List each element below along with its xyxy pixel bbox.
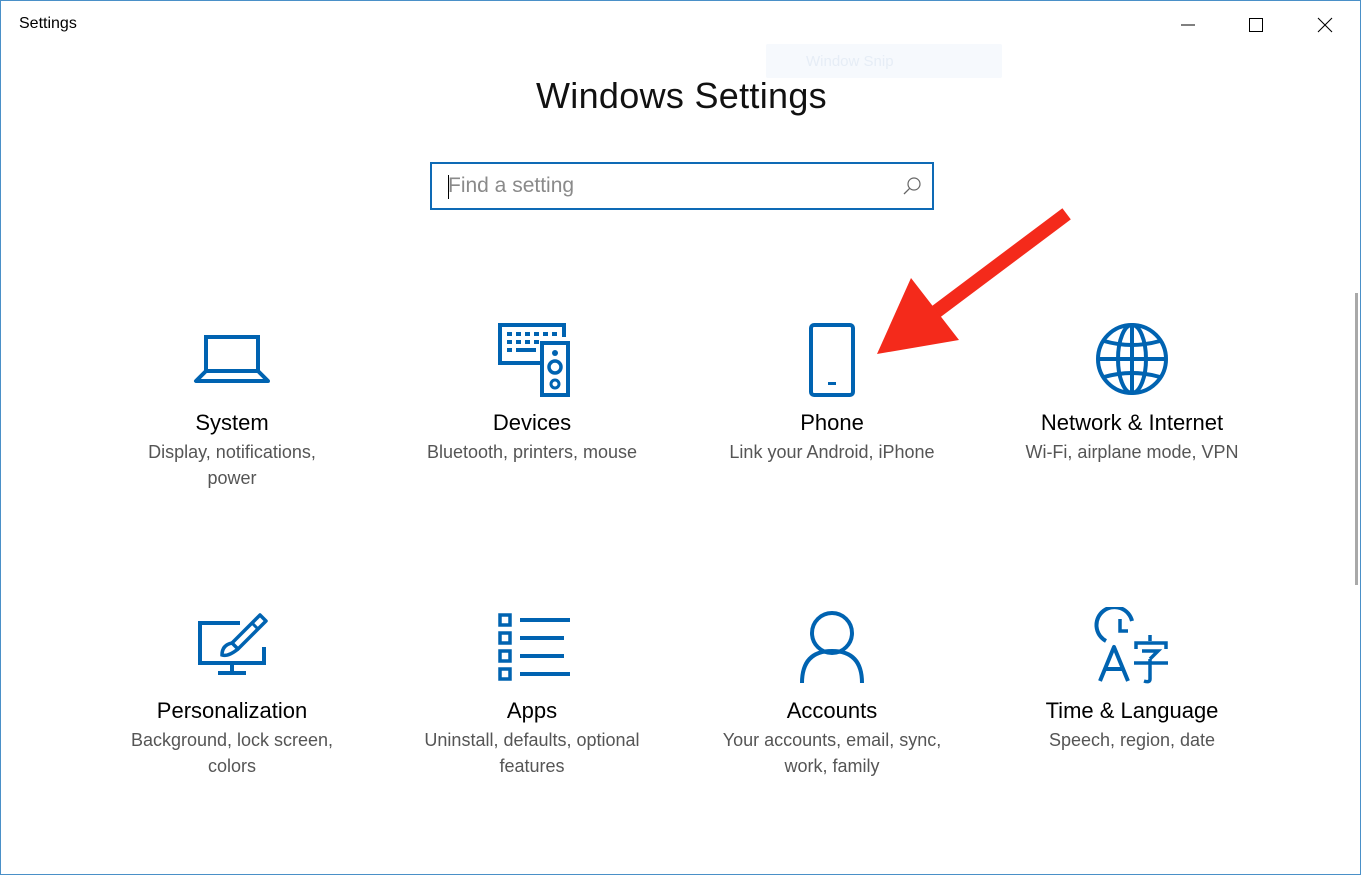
search-icon[interactable] bbox=[902, 176, 922, 196]
vertical-scrollbar[interactable] bbox=[1355, 293, 1358, 585]
title-bar[interactable]: Settings bbox=[1, 1, 1360, 49]
tile-title: Accounts bbox=[786, 698, 878, 723]
close-button[interactable] bbox=[1291, 1, 1359, 49]
app-title: Settings bbox=[19, 15, 77, 32]
minimize-button[interactable] bbox=[1154, 1, 1222, 49]
tile-title: Apps bbox=[506, 698, 558, 723]
person-icon bbox=[792, 607, 872, 687]
paint-brush-monitor-icon bbox=[192, 607, 272, 687]
text-caret bbox=[448, 175, 449, 199]
list-icon bbox=[492, 607, 572, 687]
red-arrow-icon bbox=[877, 208, 1071, 354]
tile-description: Bluetooth, printers, mouse bbox=[426, 442, 638, 462]
maximize-button[interactable] bbox=[1222, 1, 1290, 49]
tile-title: Personalization bbox=[156, 698, 308, 723]
tile-description: Wi-Fi, airplane mode, VPN bbox=[1025, 442, 1239, 462]
tile-description: Speech, region, date bbox=[1048, 730, 1216, 750]
tile-description: Background, lock screen, colors bbox=[130, 730, 334, 776]
window-snip-overlay: Window Snip bbox=[766, 44, 1002, 78]
tile-title: Time & Language bbox=[1045, 698, 1219, 723]
clock-language-icon bbox=[1092, 607, 1172, 687]
phone-icon bbox=[792, 319, 872, 399]
tile-title: Devices bbox=[492, 410, 572, 435]
laptop-icon bbox=[192, 319, 272, 399]
settings-window: Settings Window Snip Windows Settings Fi… bbox=[0, 0, 1361, 875]
tile-description: Link your Android, iPhone bbox=[729, 442, 935, 462]
window-snip-label: Window Snip bbox=[806, 53, 894, 70]
tile-description: Display, notifications, power bbox=[148, 442, 316, 488]
tile-title: Network & Internet bbox=[1040, 410, 1224, 435]
tile-title: System bbox=[195, 410, 269, 435]
minimize-icon bbox=[1181, 24, 1195, 26]
tile-description: Uninstall, defaults, optional features bbox=[424, 730, 640, 776]
search-box[interactable] bbox=[430, 162, 934, 210]
close-icon bbox=[1317, 17, 1333, 33]
search-input[interactable] bbox=[448, 164, 888, 208]
globe-icon bbox=[1092, 319, 1172, 399]
maximize-icon bbox=[1249, 18, 1263, 32]
tile-title: Phone bbox=[800, 410, 864, 435]
tile-description: Your accounts, email, sync, work, family bbox=[722, 730, 942, 776]
keyboard-speaker-icon bbox=[492, 319, 572, 399]
page-title: Windows Settings bbox=[536, 75, 827, 116]
